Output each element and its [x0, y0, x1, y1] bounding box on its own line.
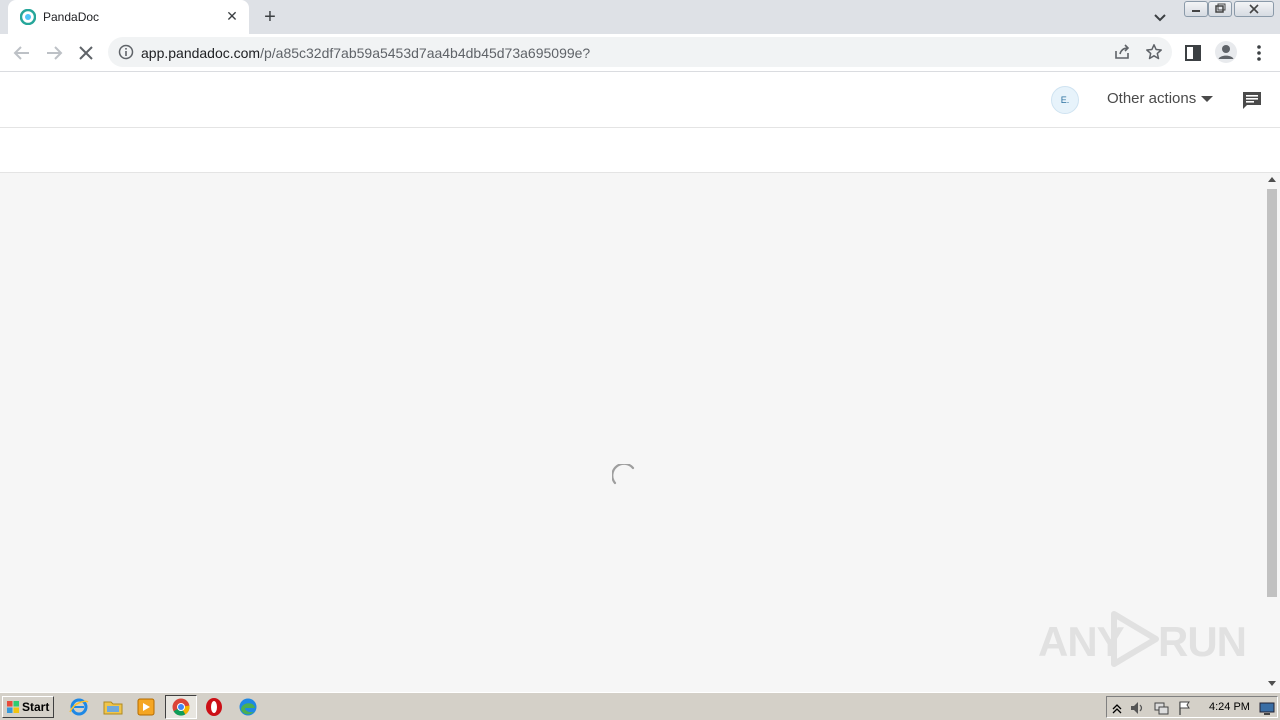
- tab-close-icon[interactable]: ✕: [224, 8, 240, 24]
- play-logo-icon: [1111, 611, 1159, 667]
- profile-avatar-icon[interactable]: [1214, 40, 1238, 64]
- other-actions-button[interactable]: Other actions: [1107, 90, 1196, 110]
- avatar[interactable]: E.: [1051, 86, 1079, 114]
- kebab-menu-icon[interactable]: [1250, 42, 1268, 64]
- anyrun-watermark: ANY RUN: [1038, 608, 1247, 670]
- vertical-scrollbar[interactable]: [1264, 173, 1280, 692]
- tab-search-chevron-icon[interactable]: [1150, 7, 1170, 27]
- windows-taskbar: Start 4:24 PM: [0, 692, 1280, 720]
- network-icon[interactable]: [1153, 700, 1169, 716]
- media-player-icon[interactable]: [135, 697, 157, 717]
- show-desktop-icon[interactable]: [1259, 700, 1275, 716]
- scroll-thumb[interactable]: [1267, 189, 1277, 597]
- tab-strip: PandaDoc ✕ +: [0, 0, 1280, 34]
- caret-down-icon[interactable]: [1201, 96, 1213, 102]
- share-icon[interactable]: [1113, 43, 1131, 61]
- app-header: E. Other actions: [0, 72, 1280, 128]
- page-viewport: E. Other actions ANY RUN: [0, 72, 1280, 692]
- tab-title: PandaDoc: [43, 10, 100, 24]
- internet-explorer-icon[interactable]: [68, 697, 90, 717]
- taskbar-clock[interactable]: 4:24 PM: [1209, 701, 1250, 713]
- start-button[interactable]: Start: [2, 696, 54, 718]
- loading-spinner-icon: [612, 464, 635, 485]
- pandadoc-favicon-icon: [20, 9, 36, 25]
- file-explorer-icon[interactable]: [102, 697, 124, 717]
- chrome-icon: [172, 698, 190, 716]
- volume-icon[interactable]: [1129, 700, 1145, 716]
- taskbar-chrome-active[interactable]: [165, 695, 197, 719]
- bookmark-star-icon[interactable]: [1145, 43, 1163, 61]
- start-label: Start: [22, 700, 50, 714]
- stop-loading-icon[interactable]: [74, 41, 98, 65]
- site-info-icon[interactable]: [118, 44, 134, 60]
- windows-logo-icon: [7, 701, 19, 713]
- forward-arrow-icon[interactable]: [42, 41, 66, 65]
- address-bar[interactable]: app.pandadoc.com/p/a85c32df7ab59a5453d7a…: [108, 37, 1172, 67]
- opera-icon[interactable]: [203, 697, 225, 717]
- tab-pandadoc[interactable]: PandaDoc ✕: [8, 0, 249, 34]
- side-panel-icon[interactable]: [1184, 44, 1202, 62]
- document-toolbar: [0, 128, 1280, 173]
- show-hidden-icons-icon[interactable]: [1109, 700, 1125, 716]
- new-tab-button[interactable]: +: [258, 5, 282, 29]
- window-minimize-button[interactable]: [1184, 1, 1208, 17]
- scroll-up-arrow-icon[interactable]: [1268, 177, 1276, 182]
- watermark-run-text: RUN: [1158, 618, 1247, 665]
- back-arrow-icon[interactable]: [10, 41, 34, 65]
- url-path: /p/a85c32df7ab59a5453d7aa4b4db45d73a6950…: [260, 45, 591, 61]
- edge-icon[interactable]: [237, 697, 259, 717]
- scroll-down-arrow-icon[interactable]: [1268, 681, 1276, 686]
- url-host: app.pandadoc.com: [141, 45, 261, 61]
- system-tray: 4:24 PM: [1106, 696, 1278, 718]
- url-text[interactable]: app.pandadoc.com/p/a85c32df7ab59a5453d7a…: [141, 45, 590, 61]
- window-close-button[interactable]: [1234, 1, 1274, 17]
- browser-toolbar: app.pandadoc.com/p/a85c32df7ab59a5453d7a…: [0, 34, 1280, 72]
- action-center-flag-icon[interactable]: [1177, 700, 1193, 716]
- window-restore-button[interactable]: [1208, 1, 1232, 17]
- comments-icon[interactable]: [1241, 90, 1263, 110]
